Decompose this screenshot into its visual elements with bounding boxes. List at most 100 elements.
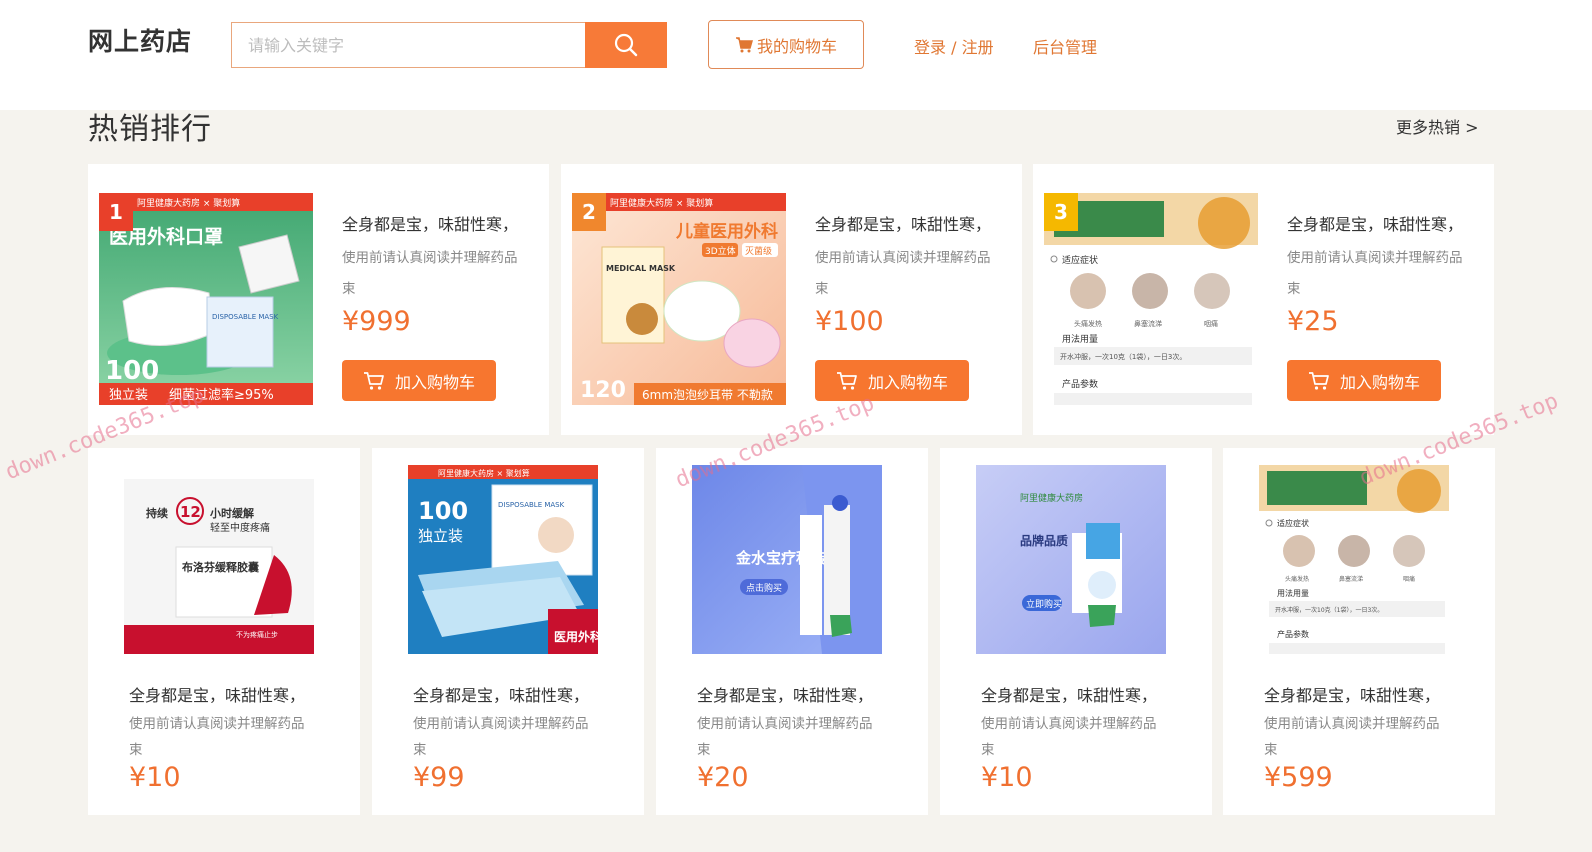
image-section-title: 适应症状 (1277, 518, 1309, 528)
add-to-cart-label: 加入购物车 (867, 372, 948, 392)
product-title[interactable]: 全身都是宝，味甜性寒， (129, 682, 305, 706)
image-text: 12 (180, 503, 201, 521)
image-symptom: 头痛发热 (1285, 575, 1309, 583)
product-description: 使用前请认真阅读并理解药品 (981, 716, 1157, 732)
site-logo[interactable]: 网上药店 (88, 22, 192, 58)
product-image[interactable]: 适应症状 头痛发热 鼻塞流涕 咽痛 用法用量 开水冲服，一次10克（1袋），一日… (1259, 465, 1449, 654)
product-card[interactable]: 阿里健康大药房 × 聚划算 100 独立装 DISPOSABLE MASK 医用… (372, 448, 644, 815)
product-title[interactable]: 全身都是宝，味甜性寒， (413, 682, 589, 706)
image-tag: 3D立体 (705, 245, 736, 257)
image-section-title: 产品参数 (1277, 629, 1309, 639)
add-to-cart-button[interactable]: 加入购物车 (1287, 360, 1441, 401)
image-badge-number: 100 (105, 356, 159, 386)
my-cart-button[interactable]: 我的购物车 (708, 20, 864, 69)
more-hot-link[interactable]: 更多热销 > (1396, 114, 1479, 138)
image-symptom: 咽痛 (1403, 575, 1415, 583)
image-footer-text: 细菌过滤率≥95% (169, 387, 274, 403)
image-tag-2: 灭菌级 (745, 245, 772, 257)
image-corner-text: 医用外科 (554, 629, 598, 644)
product-title[interactable]: 全身都是宝，味甜性寒， (1287, 211, 1463, 235)
top-product-card[interactable]: 适应症状 头痛发热 鼻塞流涕 咽痛 用法用量 开水冲服，一次10克（1袋），一日… (1033, 164, 1494, 435)
site-header: 网上药店 我的购物车 登录 / 注册 后台管理 (0, 0, 1592, 110)
product-card[interactable]: 阿里健康大药房 品牌品质 星鲨D 立即购买 全身都是宝，味甜性寒， 使用前请认真… (940, 448, 1212, 815)
product-image[interactable]: 阿里健康大药房 品牌品质 星鲨D 立即购买 (976, 465, 1166, 654)
image-section-title: 用法用量 (1277, 588, 1309, 598)
product-image[interactable]: 金水宝疗程装 点击购买 (692, 465, 882, 654)
product-description: 使用前请认真阅读并理解药品 (129, 716, 305, 732)
image-footer-text: 6mm泡泡纱耳带 不勒款 (642, 388, 773, 402)
add-to-cart-label: 加入购物车 (1339, 372, 1420, 392)
product-description-continued: 束 (815, 281, 829, 297)
cart-icon (363, 371, 384, 390)
product-image[interactable]: 阿里健康大药房 × 聚划算 医用外科口罩 DISPOSABLE MASK 100… (99, 193, 313, 405)
product-price: ¥99 (413, 762, 465, 793)
image-symptom: 鼻塞流涕 (1339, 575, 1363, 583)
product-description: 使用前请认真阅读并理解药品 (413, 716, 589, 732)
admin-link[interactable]: 后台管理 (1033, 34, 1097, 58)
image-symptom: 头痛发热 (1074, 319, 1102, 328)
product-description: 使用前请认真阅读并理解药品 (697, 716, 873, 732)
image-badge-text: 独立装 (109, 388, 148, 403)
product-price: ¥999 (342, 306, 411, 337)
product-price: ¥10 (981, 762, 1033, 793)
product-image[interactable]: 阿里健康大药房 × 聚划算 儿童医用外科 3D立体 灭菌级 MEDICAL MA… (572, 193, 786, 405)
top-product-card[interactable]: 阿里健康大药房 × 聚划算 医用外科口罩 DISPOSABLE MASK 100… (88, 164, 549, 435)
rank-badge: 1 (99, 193, 133, 231)
rank-badge: 2 (572, 193, 606, 231)
image-symptom: 咽痛 (1204, 319, 1218, 328)
add-to-cart-label: 加入购物车 (394, 372, 475, 392)
product-card[interactable]: 适应症状 头痛发热 鼻塞流涕 咽痛 用法用量 开水冲服，一次10克（1袋），一日… (1223, 448, 1495, 815)
product-image[interactable]: 持续 12 小时缓解 轻至中度疼痛 布洛芬缓释胶囊 不为疼痛止步 (124, 465, 314, 654)
image-text: 轻至中度疼痛 (210, 521, 270, 534)
product-price: ¥20 (697, 762, 749, 793)
product-price: ¥100 (815, 306, 884, 337)
product-description-continued: 束 (981, 742, 995, 758)
image-brand-text: 阿里健康大药房 × 聚划算 (438, 468, 530, 478)
product-description-continued: 束 (342, 281, 356, 297)
product-description-continued: 束 (697, 742, 711, 758)
product-price: ¥599 (1264, 762, 1333, 793)
add-to-cart-button[interactable]: 加入购物车 (815, 360, 969, 401)
search-input[interactable] (231, 22, 585, 68)
image-text: 持续 (146, 506, 168, 520)
search-button[interactable] (585, 22, 667, 68)
image-usage-text: 开水冲服，一次10克（1袋），一日3次。 (1060, 352, 1186, 361)
product-description: 使用前请认真阅读并理解药品 (1287, 250, 1463, 266)
image-section-title: 产品参数 (1062, 378, 1098, 390)
image-product-name: 布洛芬缓释胶囊 (182, 560, 260, 574)
my-cart-label: 我的购物车 (756, 36, 837, 56)
add-to-cart-button[interactable]: 加入购物车 (342, 360, 496, 401)
image-badge-number: 100 (418, 497, 468, 525)
rank-badge: 3 (1044, 193, 1078, 231)
product-title[interactable]: 全身都是宝，味甜性寒， (981, 682, 1157, 706)
product-title[interactable]: 全身都是宝，味甜性寒， (815, 211, 991, 235)
product-card[interactable]: 持续 12 小时缓解 轻至中度疼痛 布洛芬缓释胶囊 不为疼痛止步 全身都是宝，味… (88, 448, 360, 815)
product-image[interactable]: 阿里健康大药房 × 聚划算 100 独立装 DISPOSABLE MASK 医用… (408, 465, 598, 654)
cart-icon (836, 371, 857, 390)
image-badge-number: 120 (580, 378, 626, 403)
product-title[interactable]: 全身都是宝，味甜性寒， (1264, 682, 1440, 706)
image-headline: 儿童医用外科 (675, 221, 778, 242)
cart-icon (1308, 371, 1329, 390)
product-description: 使用前请认真阅读并理解药品 (815, 250, 991, 266)
product-card[interactable]: 金水宝疗程装 点击购买 全身都是宝，味甜性寒， 使用前请认真阅读并理解药品 束 … (656, 448, 928, 815)
image-button-text: 点击购买 (746, 582, 782, 594)
product-title[interactable]: 全身都是宝，味甜性寒， (342, 211, 518, 235)
image-box-text: DISPOSABLE MASK (212, 313, 279, 321)
image-button-text: 立即购买 (1026, 598, 1062, 610)
product-image[interactable]: 适应症状 头痛发热 鼻塞流涕 咽痛 用法用量 开水冲服，一次10克（1袋），一日… (1044, 193, 1258, 405)
image-footer-text: 不为疼痛止步 (236, 630, 278, 639)
product-price: ¥10 (129, 762, 181, 793)
top-product-card[interactable]: 阿里健康大药房 × 聚划算 儿童医用外科 3D立体 灭菌级 MEDICAL MA… (561, 164, 1022, 435)
product-description-continued: 束 (129, 742, 143, 758)
login-register-link[interactable]: 登录 / 注册 (914, 34, 994, 58)
image-section-title: 用法用量 (1062, 333, 1098, 345)
search-icon (614, 33, 638, 57)
product-title[interactable]: 全身都是宝，味甜性寒， (697, 682, 873, 706)
product-description: 使用前请认真阅读并理解药品 (342, 250, 518, 266)
cart-icon (735, 36, 753, 52)
image-usage-text: 开水冲服，一次10克（1袋），一日3次。 (1275, 606, 1383, 614)
product-price: ¥25 (1287, 306, 1339, 337)
image-symptom: 鼻塞流涕 (1134, 319, 1162, 328)
product-description-continued: 束 (1264, 742, 1278, 758)
